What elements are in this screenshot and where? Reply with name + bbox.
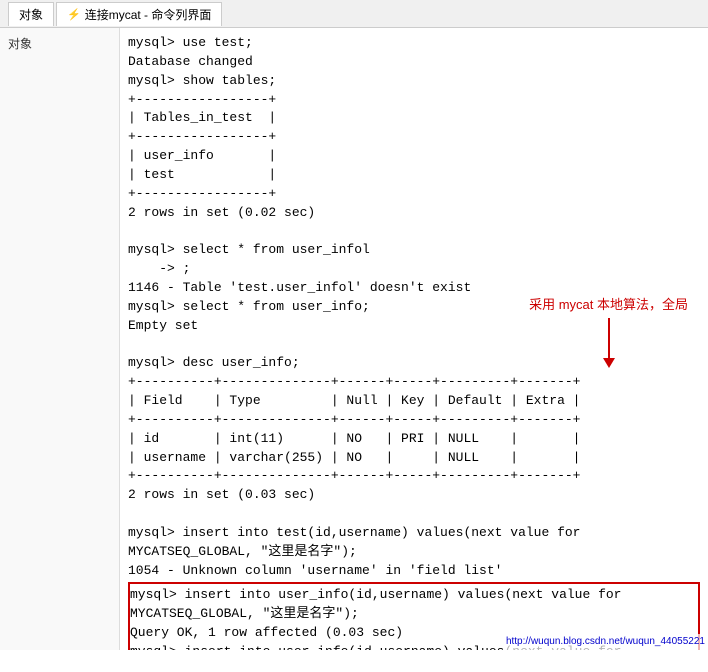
annotation-text: 采用 mycat 本地算法，全局 — [529, 297, 688, 312]
tab-objects-label: 对象 — [19, 6, 43, 23]
tab-terminal[interactable]: ⚡ 连接mycat - 命令列界面 — [56, 2, 222, 26]
tab-terminal-label: 连接mycat - 命令列界面 — [85, 6, 212, 23]
arrow-head — [603, 358, 615, 368]
title-bar: 对象 ⚡ 连接mycat - 命令列界面 — [0, 0, 708, 28]
arrow-line — [608, 318, 610, 358]
sidebar: 对象 — [0, 28, 120, 650]
main-layout: 对象 mysql> use test; Database changed mys… — [0, 28, 708, 650]
annotation-arrow — [529, 318, 688, 368]
tab-objects[interactable]: 对象 — [8, 2, 54, 26]
connection-icon: ⚡ — [67, 8, 81, 21]
annotation: 采用 mycat 本地算法，全局 — [529, 296, 688, 368]
watermark: http://wuqun.blog.csdn.net/wuqun_4405522… — [503, 634, 708, 650]
sidebar-item-objects[interactable]: 对象 — [0, 32, 119, 55]
terminal[interactable]: mysql> use test; Database changed mysql>… — [120, 28, 708, 650]
